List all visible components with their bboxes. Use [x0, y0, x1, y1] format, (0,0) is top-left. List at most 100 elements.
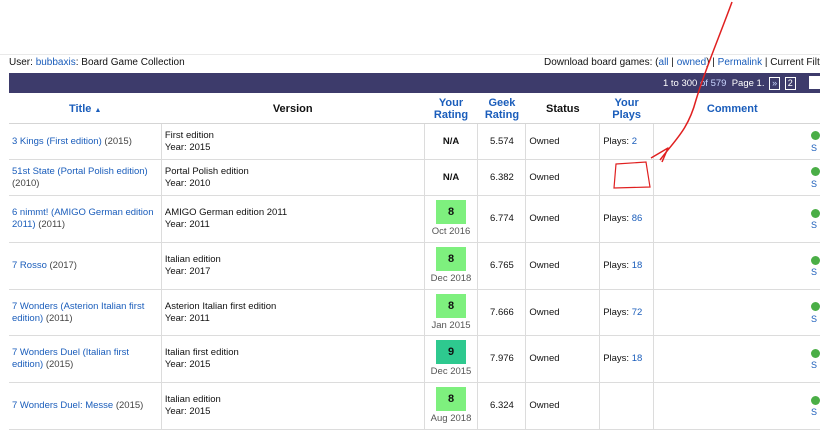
page-2-button[interactable]: 2: [784, 77, 796, 90]
comment-cell[interactable]: [653, 195, 811, 243]
your-rating-cell: 8 Dec 2018: [423, 242, 478, 290]
table-row: 7 Rosso (2017) Italian edition Year: 2017 8…: [9, 242, 820, 290]
edition-year: Year: 2015: [164, 359, 211, 370]
column-geek-rating[interactable]: Geek Rating: [477, 95, 526, 124]
rating-date: Aug 2018: [430, 413, 472, 424]
collection-title: : Board Game Collection: [75, 57, 185, 68]
edge-letter: S: [810, 360, 817, 370]
edition-year: Year: 2010: [164, 177, 211, 189]
plays-label: Plays:: [603, 353, 630, 364]
edition-name: AMIGO German edition 2011: [164, 207, 288, 218]
version-cell: Portal Polish edition Year: 2010: [160, 159, 425, 196]
game-title-link[interactable]: 7 Wonders Duel: Messe: [12, 400, 113, 411]
comment-cell[interactable]: [653, 242, 811, 290]
game-year: (2015): [104, 135, 132, 147]
rating-date: Dec 2018: [430, 273, 472, 284]
table-row: 7 Wonders (Asterion Italian first editio…: [9, 289, 820, 336]
geek-rating-cell: 7.976: [477, 335, 526, 383]
collection-header: User: bubbaxis: Board Game Collection Do…: [9, 57, 820, 71]
your-rating-cell: 8 Oct 2016: [423, 195, 478, 243]
download-close: ) |: [706, 57, 715, 68]
edition-name: Italian first edition: [164, 347, 239, 358]
comment-cell[interactable]: [653, 123, 811, 160]
permalink-link[interactable]: Permalink: [718, 57, 762, 68]
version-cell: AMIGO German edition 2011 Year: 2011: [160, 195, 425, 243]
edition-year: Year: 2011: [164, 219, 210, 230]
green-status-icon: [810, 167, 820, 177]
your-plays-cell: Plays: 86: [599, 195, 654, 243]
plays-count-link[interactable]: 18: [632, 260, 643, 271]
comment-cell[interactable]: [653, 289, 811, 336]
your-rating-cell: N/A: [423, 159, 478, 196]
game-title-link[interactable]: 3 Kings (First edition): [12, 136, 102, 147]
table-row: 51st State (Portal Polish edition) (2010…: [9, 159, 820, 196]
edge-letter: S: [810, 220, 817, 230]
version-cell: Italian edition Year: 2015: [160, 382, 425, 430]
column-your-plays[interactable]: Your Plays: [599, 95, 654, 124]
plays-label: Plays:: [603, 135, 630, 147]
green-status-icon: [810, 395, 820, 405]
edge-cell: S: [810, 159, 820, 196]
edition-year: Year: 2015: [164, 141, 211, 153]
comment-cell[interactable]: [653, 382, 811, 430]
game-year: (2011): [38, 219, 65, 230]
plays-count-link[interactable]: 86: [632, 213, 643, 224]
column-comment[interactable]: Comment: [653, 95, 811, 124]
collection-table: Title ▲ Version Your Rating Geek Rating …: [9, 95, 820, 430]
status-cell: Owned: [525, 289, 600, 336]
your-rating-cell: 9 Dec 2015: [423, 335, 478, 383]
comment-cell[interactable]: [653, 159, 811, 196]
plays-label: Plays:: [603, 213, 630, 224]
title-cell: 7 Wonders Duel (Italian first edition) (…: [9, 335, 162, 383]
edge-cell: S: [810, 289, 820, 336]
status-cell: Owned: [525, 195, 600, 243]
column-title[interactable]: Title ▲: [9, 95, 162, 124]
download-line: Download board games: (all | owned) | Pe…: [544, 57, 820, 68]
your-plays-cell: Plays: 18: [599, 242, 654, 290]
rating-badge[interactable]: 8: [436, 200, 467, 224]
pagination-bar: 1 to 300 of 579 Page 1. » 2: [9, 73, 820, 93]
geek-rating-cell: 7.666: [477, 289, 526, 336]
username-link[interactable]: bubbaxis: [36, 57, 76, 68]
your-rating-cell: 8 Jan 2015: [423, 289, 478, 336]
rating-date: Jan 2015: [431, 319, 471, 331]
table-row: 6 nimmt! (AMIGO German edition 2011) (20…: [9, 195, 820, 243]
column-version: Version: [161, 95, 425, 124]
edition-year: Year: 2011: [164, 312, 210, 324]
rating-date: Oct 2016: [431, 226, 471, 237]
download-separator: |: [668, 57, 677, 68]
version-cell: First edition Year: 2015: [160, 123, 425, 160]
green-status-icon: [810, 255, 820, 265]
game-title-link[interactable]: 6 nimmt! (AMIGO German edition 2011): [12, 207, 153, 230]
plays-label: Plays:: [603, 260, 630, 271]
edge-cell: S: [810, 195, 820, 243]
game-title-link[interactable]: 7 Rosso: [12, 260, 47, 271]
column-status: Status: [525, 95, 600, 124]
column-your-rating[interactable]: Your Rating: [424, 95, 478, 124]
status-cell: Owned: [525, 242, 600, 290]
rating-badge[interactable]: 8: [436, 247, 467, 271]
version-cell: Asterion Italian first edition Year: 2011: [160, 289, 425, 336]
game-title-link[interactable]: 7 Wonders (Asterion Italian first editio…: [12, 301, 144, 324]
next-page-icon[interactable]: »: [769, 77, 781, 90]
pagination-input[interactable]: [809, 76, 820, 89]
title-cell: 6 nimmt! (AMIGO German edition 2011) (20…: [9, 195, 162, 243]
edge-cell: S: [810, 335, 820, 383]
plays-count-link[interactable]: 2: [632, 136, 637, 147]
game-title-link[interactable]: 51st State (Portal Polish edition): [12, 166, 148, 177]
rating-badge[interactable]: 9: [436, 340, 467, 364]
version-cell: Italian edition Year: 2017: [160, 242, 425, 290]
edge-cell: S: [810, 123, 820, 160]
rating-badge[interactable]: 8: [436, 293, 467, 318]
plays-count-link[interactable]: 18: [632, 353, 643, 364]
comment-cell[interactable]: [653, 335, 811, 383]
plays-count-link[interactable]: 72: [632, 307, 643, 318]
download-owned-link[interactable]: owned: [677, 57, 706, 68]
edge-letter: S: [810, 178, 817, 189]
title-cell: 7 Wonders Duel: Messe (2015): [9, 382, 162, 430]
plays-label: Plays:: [603, 306, 630, 318]
rating-badge[interactable]: 8: [436, 387, 467, 411]
download-all-link[interactable]: all: [659, 57, 669, 68]
pagination-range: 1 to 300: [663, 78, 698, 89]
game-year: (2015): [115, 400, 144, 411]
